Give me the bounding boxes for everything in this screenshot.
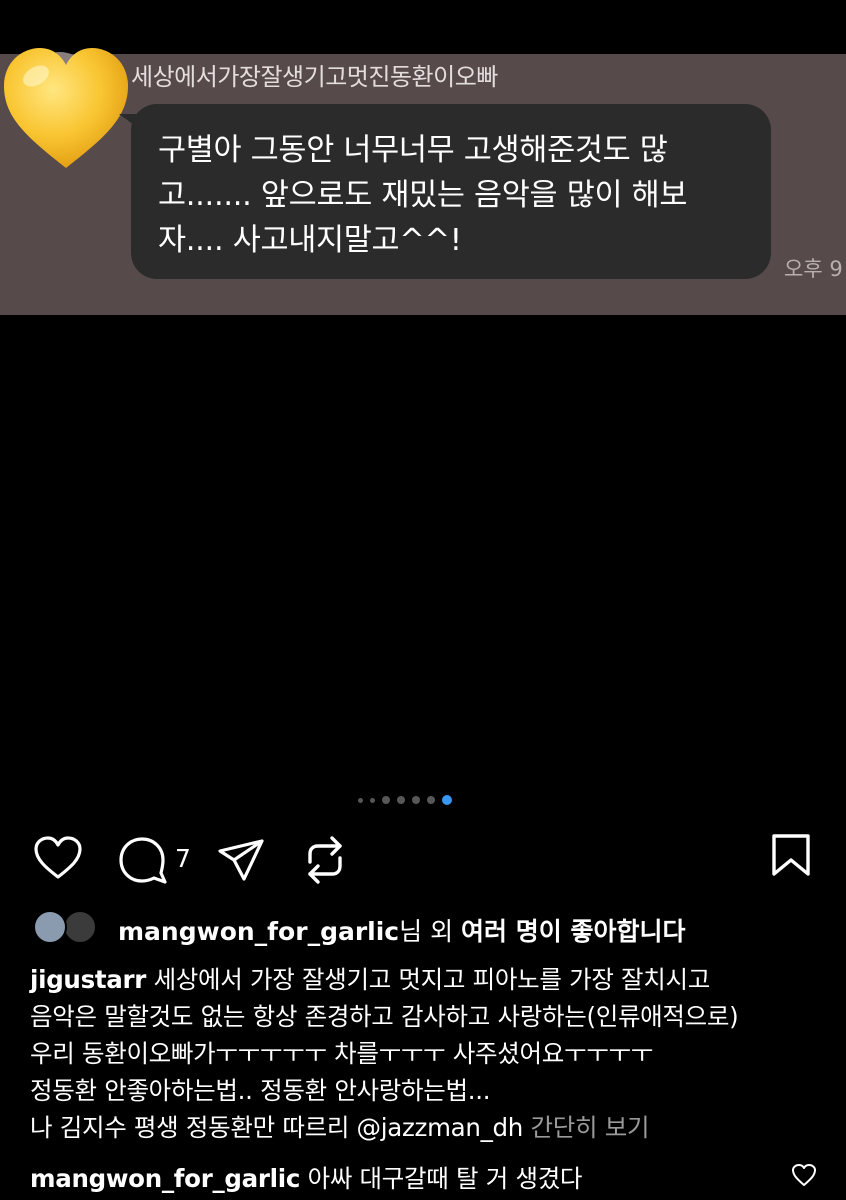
share-button[interactable]	[216, 837, 266, 883]
share-icon	[218, 839, 264, 881]
message-line: 구별아 그동안 너무너무 고생해준것도 많	[158, 133, 668, 168]
caption-line: 나 김지수 평생 정동환만 따르리 @jazzman_dh 간단히 보기	[30, 1109, 830, 1146]
comment-row[interactable]: mangwon_for_garlic 아싸 대구갈때 탈 거 생겼다	[30, 1160, 582, 1195]
liker-username[interactable]: mangwon_for_garlic	[118, 917, 399, 946]
carousel-dot	[370, 797, 375, 803]
caption-text: 나 김지수 평생 정동환만 따르리 @jazzman_dh	[30, 1113, 531, 1142]
heart-icon	[34, 836, 82, 879]
caption-line: 우리 동환이오빠가ㅜㅜㅜㅜㅜ 차를ㅜㅜㅜ 사주셨어요ㅜㅜㅜㅜ	[30, 1039, 653, 1068]
save-button[interactable]	[770, 832, 812, 878]
caption-line: 정동환 안좋아하는법.. 정동환 안사랑하는법...	[30, 1076, 491, 1105]
carousel-dot-active	[442, 795, 452, 805]
carousel-dot	[397, 796, 405, 804]
liker-avatar[interactable]	[33, 910, 67, 944]
like-button[interactable]	[33, 835, 83, 881]
show-less-link[interactable]: 간단히 보기	[531, 1113, 650, 1142]
remix-icon	[308, 836, 342, 884]
message-time: 오후 9	[784, 257, 843, 281]
message-line: 고....... 앞으로도 재밌는 음악을 많이 해보	[158, 178, 688, 213]
carousel-dot	[412, 796, 420, 804]
caption-username[interactable]: jigustarr	[30, 965, 146, 994]
caption-text: 세상에서 가장 잘생기고 멋지고 피아노를 가장 잘치시고	[146, 965, 711, 994]
likes-others[interactable]: 여러 명이 좋아합니다	[461, 917, 685, 946]
yellow-heart-icon	[4, 48, 128, 168]
carousel-indicator	[358, 795, 452, 805]
comment-icon	[119, 837, 167, 884]
comment-text: 아싸 대구갈때 탈 거 생겼다	[300, 1164, 583, 1193]
carousel-dot	[358, 797, 363, 803]
comment-button[interactable]	[117, 835, 169, 885]
carousel-dot	[427, 796, 435, 804]
sender-name: 세상에서가장잘생기고멋진동환이오빠	[131, 63, 498, 91]
comment-username[interactable]: mangwon_for_garlic	[30, 1164, 300, 1193]
message-line: 자.... 사고내지말고^^!	[158, 223, 462, 258]
likes-suffix: 님 외	[399, 917, 462, 946]
comment-like-button[interactable]	[791, 1163, 817, 1187]
caption-line: 음악은 말할것도 없는 항상 존경하고 감사하고 사랑하는(인류애적으로)	[30, 1002, 739, 1031]
heart-icon	[792, 1164, 816, 1186]
caption-line: jigustarr 세상에서 가장 잘생기고 멋지고 피아노를 가장 잘치시고	[30, 961, 830, 998]
likes-summary[interactable]: mangwon_for_garlic님 외 여러 명이 좋아합니다	[118, 912, 685, 948]
carousel-dot	[382, 796, 390, 804]
comment-count: 7	[175, 844, 191, 873]
bookmark-icon	[772, 834, 810, 876]
liker-avatar[interactable]	[63, 910, 97, 944]
remix-button[interactable]	[302, 834, 348, 886]
post-image[interactable]: 세상에서가장잘생기고멋진동환이오빠 구별아 그동안 너무너무 고생해준것도 많 …	[0, 0, 846, 790]
post-caption: jigustarr 세상에서 가장 잘생기고 멋지고 피아노를 가장 잘치시고 …	[30, 961, 830, 1146]
message-bubble: 구별아 그동안 너무너무 고생해준것도 많 고....... 앞으로도 재밌는 …	[131, 104, 771, 279]
